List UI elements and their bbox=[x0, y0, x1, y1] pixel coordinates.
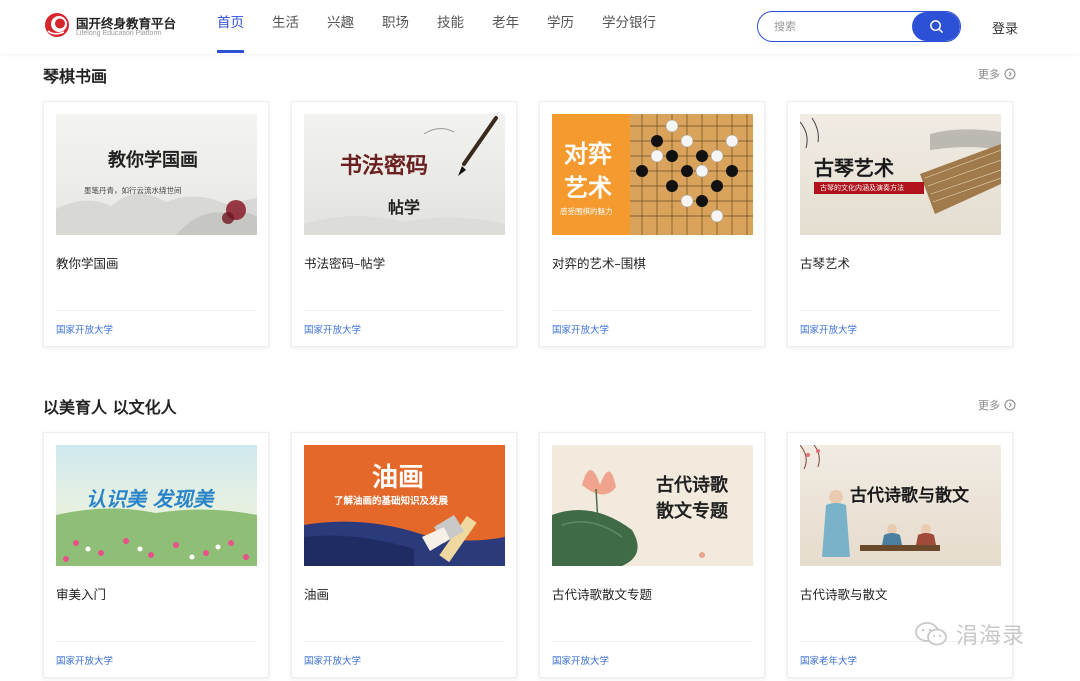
course-school[interactable]: 国家开放大学 bbox=[304, 653, 361, 667]
search-box bbox=[757, 11, 961, 42]
thumb-title: 油画 bbox=[372, 463, 425, 493]
course-school[interactable]: 国家老年大学 bbox=[800, 653, 857, 667]
nav-interest[interactable]: 兴趣 bbox=[327, 0, 354, 54]
course-title: 教你学国画 bbox=[56, 256, 119, 271]
course-school[interactable]: 国家开放大学 bbox=[56, 322, 113, 336]
logo-mark-icon bbox=[45, 13, 69, 37]
card-divider bbox=[304, 641, 504, 642]
ink-mountain-illustration bbox=[56, 193, 257, 235]
course-school[interactable]: 国家开放大学 bbox=[304, 322, 361, 336]
main-nav: 首页 生活 兴趣 职场 技能 老年 学历 学分银行 bbox=[217, 0, 684, 54]
course-title: 古琴艺术 bbox=[800, 256, 851, 271]
course-card[interactable]: 书法密码 帖学 书法密码–帖学 国家开放大学 bbox=[291, 101, 517, 347]
thumb-title: 认识美 发现美 bbox=[86, 487, 213, 511]
card-divider bbox=[56, 641, 256, 642]
course-thumbnail: 古代诗歌与散文 bbox=[800, 445, 1001, 566]
section-more-arts[interactable]: 更多 bbox=[978, 66, 1016, 82]
course-school[interactable]: 国家开放大学 bbox=[552, 322, 609, 336]
course-thumbnail: 油画 了解油画的基础知识及发展 bbox=[304, 445, 505, 566]
thumb-title: 古代诗歌与散文 bbox=[850, 486, 969, 506]
chevron-circle-right-icon bbox=[1004, 68, 1016, 80]
thumb-title: 书法密码 bbox=[340, 153, 429, 179]
nav-degree[interactable]: 学历 bbox=[547, 0, 574, 54]
course-school[interactable]: 国家开放大学 bbox=[552, 653, 609, 667]
card-divider bbox=[304, 310, 504, 311]
thumb-title-line2: 艺术 bbox=[564, 173, 612, 202]
course-card[interactable]: 古代诗歌 散文专题 古代诗歌散文专题 国家开放大学 bbox=[539, 432, 765, 678]
nav-skills[interactable]: 技能 bbox=[437, 0, 464, 54]
thumb-title: 教你学国画 bbox=[108, 150, 198, 171]
logo-subtitle: Lifelong Education Platform bbox=[76, 30, 162, 37]
course-title: 古代诗歌散文专题 bbox=[552, 587, 653, 602]
search-icon bbox=[929, 20, 943, 33]
section-title-aesthetics: 以美育人 以文化人 bbox=[43, 398, 177, 417]
nav-senior[interactable]: 老年 bbox=[492, 0, 519, 54]
thumb-subtitle: 了解油画的基础知识及发展 bbox=[334, 496, 449, 507]
course-thumbnail: 教你学国画 墨笔丹青，如行云流水绕世间 bbox=[56, 114, 257, 235]
course-card[interactable]: 对弈 艺术 感受围棋的魅力 对弈的艺术–围棋 国家开放大学 bbox=[539, 101, 765, 347]
section-title-arts: 琴棋书画 bbox=[43, 67, 108, 86]
more-label: 更多 bbox=[978, 399, 1000, 412]
card-divider bbox=[552, 641, 752, 642]
more-label: 更多 bbox=[978, 68, 1000, 81]
course-thumbnail: 古琴艺术 古琴的文化内涵及演奏方法 bbox=[800, 114, 1001, 235]
nav-life[interactable]: 生活 bbox=[272, 0, 299, 54]
course-title: 古代诗歌与散文 bbox=[800, 587, 888, 602]
course-title: 书法密码–帖学 bbox=[304, 256, 386, 271]
nav-workplace[interactable]: 职场 bbox=[382, 0, 409, 54]
thumb-title: 古代诗歌 bbox=[656, 475, 728, 496]
course-title: 油画 bbox=[304, 587, 330, 602]
top-header: 国开终身教育平台 Lifelong Education Platform 首页 … bbox=[0, 0, 1080, 54]
course-school[interactable]: 国家开放大学 bbox=[56, 653, 113, 667]
course-row-aesthetics: 认识美 发现美 审美入门 国家开放大学 油画 了解油画的基础知识及发展 油画 国… bbox=[43, 432, 1023, 678]
card-divider bbox=[552, 310, 752, 311]
thumb-subtitle: 墨笔丹青，如行云流水绕世间 bbox=[84, 186, 182, 195]
thumb-title: 对弈 bbox=[564, 139, 612, 168]
thumb-subtitle: 帖学 bbox=[388, 198, 421, 217]
site-logo[interactable]: 国开终身教育平台 Lifelong Education Platform bbox=[44, 10, 184, 44]
chevron-circle-right-icon bbox=[1004, 399, 1016, 411]
section-more-aesthetics[interactable]: 更多 bbox=[978, 397, 1016, 413]
course-school[interactable]: 国家开放大学 bbox=[800, 322, 857, 336]
nav-credit-bank[interactable]: 学分银行 bbox=[602, 0, 656, 54]
login-link[interactable]: 登录 bbox=[992, 18, 1018, 37]
course-row-arts: 教你学国画 墨笔丹青，如行云流水绕世间 教你学国画 国家开放大学 书法密码 帖学… bbox=[43, 101, 1023, 347]
course-title: 审美入门 bbox=[56, 587, 107, 602]
wechat-icon bbox=[915, 622, 947, 646]
course-card[interactable]: 古琴艺术 古琴的文化内涵及演奏方法 古琴艺术 国家开放大学 bbox=[787, 101, 1013, 347]
course-card[interactable]: 教你学国画 墨笔丹青，如行云流水绕世间 教你学国画 国家开放大学 bbox=[43, 101, 269, 347]
course-thumbnail: 对弈 艺术 感受围棋的魅力 bbox=[552, 114, 753, 235]
nav-home[interactable]: 首页 bbox=[217, 0, 244, 54]
wechat-watermark: 涓海录 bbox=[914, 618, 1025, 650]
course-card[interactable]: 油画 了解油画的基础知识及发展 油画 国家开放大学 bbox=[291, 432, 517, 678]
watermark-text: 涓海录 bbox=[956, 624, 1026, 649]
course-thumbnail: 书法密码 帖学 bbox=[304, 114, 505, 235]
card-divider bbox=[800, 310, 1000, 311]
thumb-title-line2: 散文专题 bbox=[656, 501, 728, 522]
thumb-title: 古琴艺术 bbox=[814, 156, 894, 180]
course-title: 对弈的艺术–围棋 bbox=[552, 256, 646, 271]
course-thumbnail: 认识美 发现美 bbox=[56, 445, 257, 566]
card-divider bbox=[56, 310, 256, 311]
course-card[interactable]: 认识美 发现美 审美入门 国家开放大学 bbox=[43, 432, 269, 678]
thumb-subtitle: 感受围棋的魅力 bbox=[560, 207, 613, 216]
course-thumbnail: 古代诗歌 散文专题 bbox=[552, 445, 753, 566]
thumb-subtitle: 古琴的文化内涵及演奏方法 bbox=[820, 184, 904, 192]
search-input[interactable] bbox=[758, 12, 914, 41]
search-button[interactable] bbox=[912, 12, 960, 41]
